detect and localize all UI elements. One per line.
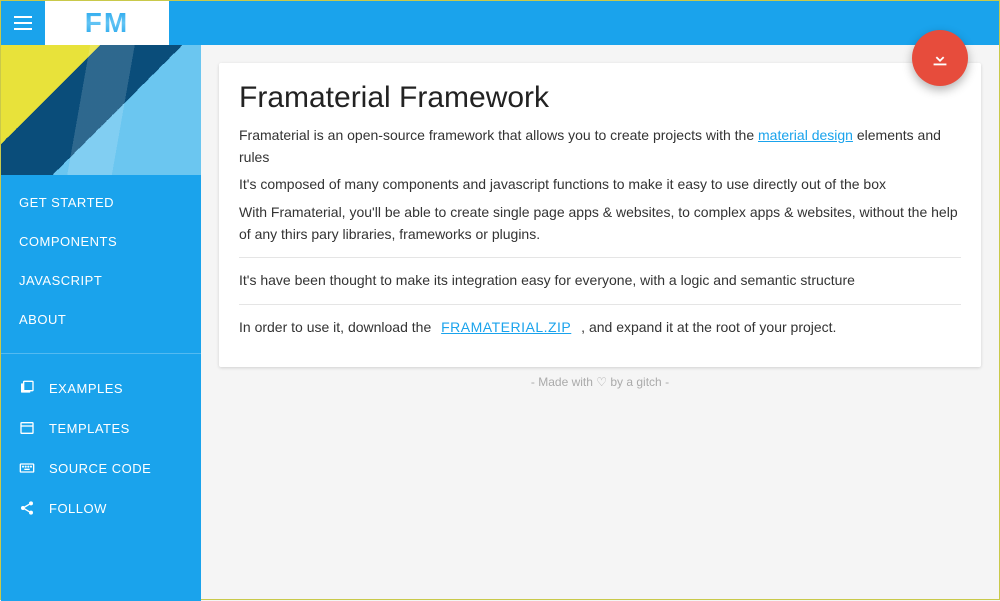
nav-get-started[interactable]: GET STARTED — [1, 183, 201, 222]
share-icon — [19, 500, 35, 516]
intro-paragraph-3: With Framaterial, you'll be able to crea… — [239, 202, 961, 245]
nav-follow[interactable]: FOLLOW — [1, 488, 201, 528]
layout-icon — [19, 420, 35, 436]
nav-label: TEMPLATES — [49, 421, 130, 436]
download-icon — [929, 47, 951, 69]
nav-divider — [1, 353, 201, 354]
top-bar: FM — [1, 1, 999, 45]
material-design-link[interactable]: material design — [758, 127, 853, 143]
logo-text: FM — [85, 7, 129, 39]
divider — [239, 304, 961, 305]
hamburger-icon — [14, 16, 32, 30]
nav-examples[interactable]: EXAMPLES — [1, 368, 201, 408]
download-zip-link[interactable]: FRAMATERIAL.ZIP — [435, 319, 577, 335]
nav-label: EXAMPLES — [49, 381, 123, 396]
footer-text: - Made with ♡ by a gitch - — [219, 367, 981, 397]
nav-label: GET STARTED — [19, 195, 114, 210]
nav-label: ABOUT — [19, 312, 66, 327]
sidebar-primary-nav: GET STARTED COMPONENTS JAVASCRIPT ABOUT — [1, 175, 201, 347]
sidebar: GET STARTED COMPONENTS JAVASCRIPT ABOUT … — [1, 45, 201, 601]
divider — [239, 257, 961, 258]
intro-paragraph-4: It's have been thought to make its integ… — [239, 270, 961, 292]
intro-card: Framaterial Framework Framaterial is an … — [219, 63, 981, 367]
stack-icon — [19, 380, 35, 396]
nav-about[interactable]: ABOUT — [1, 300, 201, 339]
logo[interactable]: FM — [45, 1, 169, 45]
page-title: Framaterial Framework — [239, 81, 961, 115]
menu-button[interactable] — [1, 1, 45, 45]
nav-label: JAVASCRIPT — [19, 273, 102, 288]
nav-javascript[interactable]: JAVASCRIPT — [1, 261, 201, 300]
nav-components[interactable]: COMPONENTS — [1, 222, 201, 261]
main-content: Framaterial Framework Framaterial is an … — [201, 45, 999, 601]
download-paragraph: In order to use it, download the FRAMATE… — [239, 317, 961, 339]
intro-paragraph-2: It's composed of many components and jav… — [239, 174, 961, 196]
download-fab[interactable] — [912, 30, 968, 86]
nav-source-code[interactable]: SOURCE CODE — [1, 448, 201, 488]
nav-label: SOURCE CODE — [49, 461, 151, 476]
keyboard-icon — [19, 460, 35, 476]
nav-templates[interactable]: TEMPLATES — [1, 408, 201, 448]
nav-label: COMPONENTS — [19, 234, 117, 249]
sidebar-secondary-nav: EXAMPLES TEMPLATES SOURCE CODE FOLLOW — [1, 360, 201, 536]
nav-label: FOLLOW — [49, 501, 107, 516]
sidebar-hero-image — [1, 45, 201, 175]
intro-paragraph-1: Framaterial is an open-source framework … — [239, 125, 961, 168]
